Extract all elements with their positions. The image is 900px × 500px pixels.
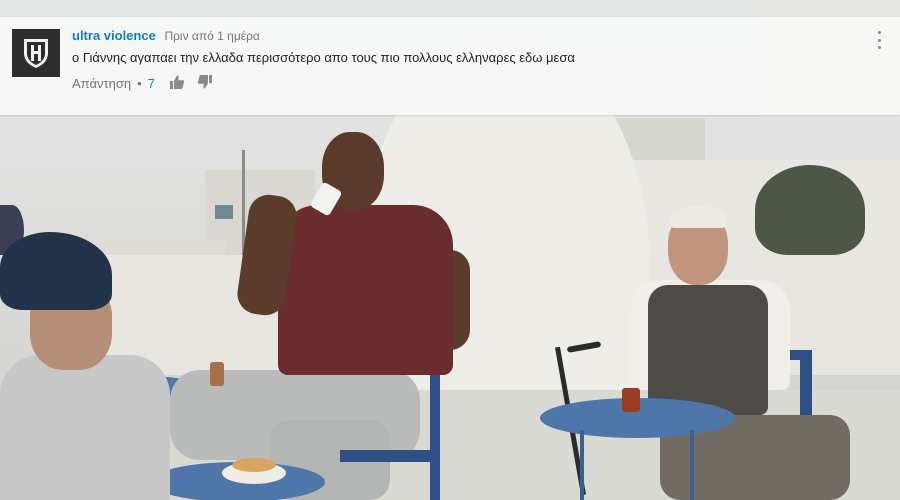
menu-dot	[877, 46, 881, 49]
shield-h-icon	[16, 33, 56, 73]
more-vertical-icon[interactable]	[876, 31, 882, 49]
man-in-cap-body	[0, 355, 170, 500]
comment-author-link[interactable]: ultra violence	[72, 28, 156, 43]
menu-dot	[877, 38, 881, 42]
comment-card: ultra violence Πριν από 1 ημέρα ο Γιάννη…	[0, 17, 900, 115]
man-shirt	[278, 205, 453, 375]
like-count: 7	[147, 75, 155, 91]
old-man-hair	[670, 206, 726, 228]
dislike-button[interactable]	[197, 74, 215, 92]
coffee-pot	[210, 362, 224, 386]
menu-dot	[877, 31, 881, 34]
like-button[interactable]	[169, 74, 187, 92]
comment-timestamp[interactable]: Πριν από 1 ημέρα	[164, 29, 259, 43]
tea-glass	[622, 388, 640, 412]
old-man-vest	[648, 285, 768, 415]
table-leg	[580, 430, 584, 500]
reply-button[interactable]: Απάντηση	[72, 76, 131, 91]
thumbs-down-icon	[197, 75, 212, 89]
thumbs-up-icon	[169, 75, 184, 89]
comment-actions: Απάντηση • 7	[72, 74, 225, 92]
comment-text: ο Γιάννης αγαπαει την ελλαδα περισσότερο…	[72, 50, 575, 65]
chair	[340, 450, 440, 462]
avatar[interactable]	[12, 29, 60, 77]
tree	[755, 165, 865, 255]
comment-header: ultra violence Πριν από 1 ημέρα	[72, 28, 260, 43]
window	[215, 205, 233, 219]
pastry	[232, 458, 276, 472]
table-leg	[690, 430, 694, 500]
separator-dot: •	[137, 75, 142, 91]
